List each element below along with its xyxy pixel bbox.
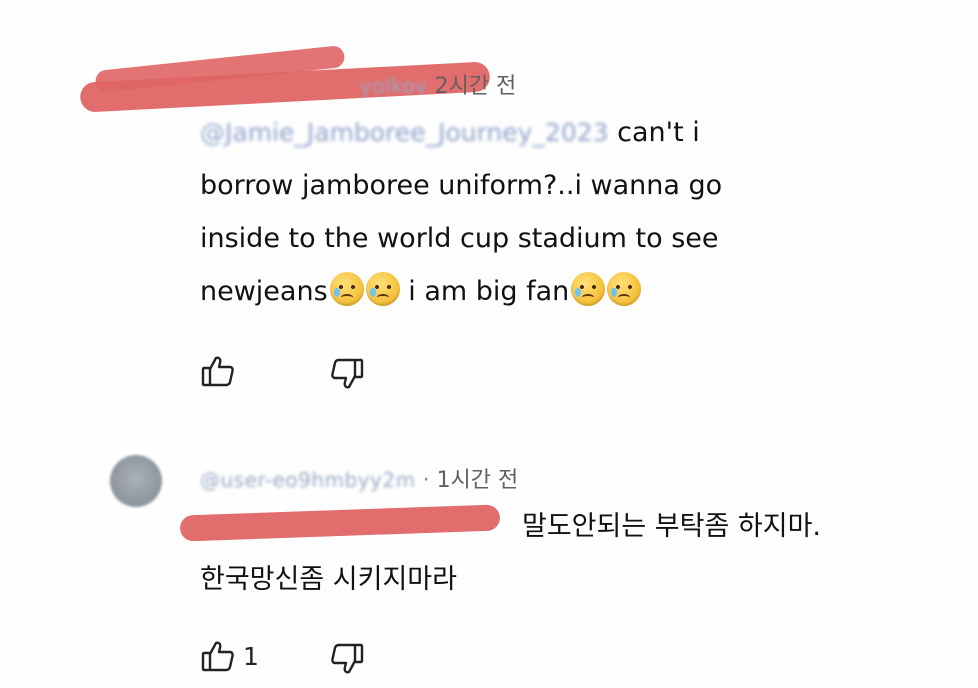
comment-text: borrow jamboree uniform?..i wanna go xyxy=(200,170,723,201)
like-button[interactable]: 1 xyxy=(201,640,259,672)
crying-face-emoji xyxy=(607,272,642,306)
thumbs-down-icon xyxy=(331,358,364,389)
crying-face-emoji xyxy=(365,272,400,306)
comment-text: 말도안되는 부탁좀 하지마. xyxy=(522,511,821,542)
thumbs-down-icon xyxy=(331,643,364,674)
dislike-button[interactable] xyxy=(330,358,364,390)
mention-link[interactable]: @Jamie_Jamboree_Journey_2023 xyxy=(200,118,609,147)
avatar[interactable] xyxy=(110,455,162,507)
dislike-button[interactable] xyxy=(330,643,364,675)
comment-timestamp: 2시간 전 xyxy=(434,74,517,99)
comment-body: 말도안되는 부탁좀 하지마. 한국망신좀 시키지마라 xyxy=(200,500,821,606)
comment-author[interactable]: yolkov xyxy=(360,74,428,98)
comment-header: @user-eo9hmbyy2m · 1시간 전 xyxy=(200,468,519,493)
comment-author[interactable]: @user-eo9hmbyy2m xyxy=(200,468,416,492)
comment-timestamp: 1시간 전 xyxy=(436,468,519,493)
comment-text: can't i xyxy=(617,117,700,148)
comment-text: newjeans xyxy=(200,276,328,307)
like-button[interactable] xyxy=(201,355,243,387)
thumbs-up-icon xyxy=(201,641,234,672)
comment-body: @Jamie_Jamboree_Journey_2023 can't i bor… xyxy=(200,106,722,318)
comment-header: yolkov 2시간 전 xyxy=(360,68,516,100)
comment-text: i am big fan xyxy=(408,276,570,307)
crying-face-emoji xyxy=(571,272,606,306)
comment-text: 한국망신좀 시키지마라 xyxy=(200,564,457,595)
crying-face-emoji xyxy=(329,272,364,306)
thumbs-up-icon xyxy=(201,356,234,387)
comment-text: inside to the world cup stadium to see xyxy=(200,223,719,254)
like-count: 1 xyxy=(243,641,259,671)
